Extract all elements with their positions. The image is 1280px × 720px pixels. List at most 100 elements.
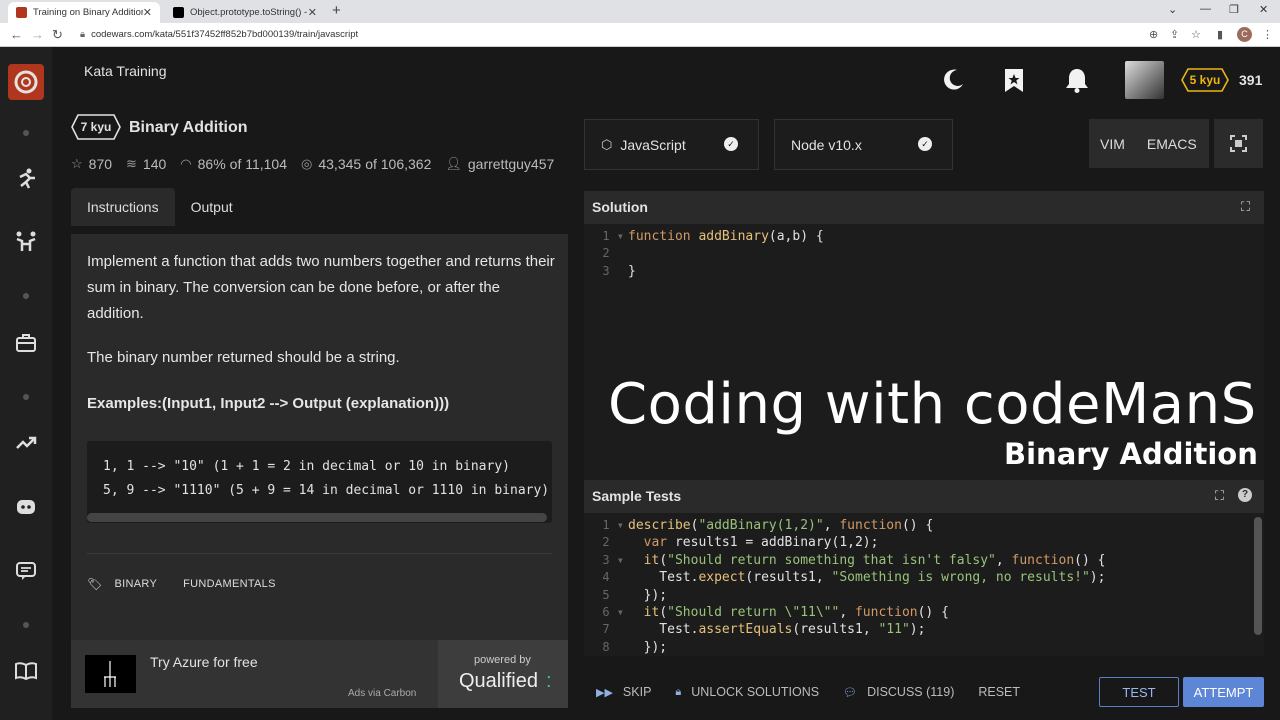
expand-icon[interactable]: ⛶ xyxy=(1241,199,1250,215)
address-bar: ← → ↻ 🔒︎ codewars.com/kata/551f37452ff852… xyxy=(0,23,1280,47)
notifications-bell-icon[interactable] xyxy=(1064,67,1090,93)
divider xyxy=(87,553,552,554)
bookmark-star-icon[interactable]: ☆ xyxy=(1191,28,1201,41)
stars-stat[interactable]: ☆ 870 xyxy=(71,156,112,172)
user-avatar[interactable] xyxy=(1125,61,1164,99)
examples-heading: Examples:(Input1, Input2 --> Output (exp… xyxy=(87,395,450,412)
close-tab-icon[interactable]: ✕ xyxy=(308,6,317,19)
reset-button[interactable]: RESET xyxy=(978,685,1020,699)
ad-image[interactable] xyxy=(85,655,136,693)
comments-icon: 💬︎ xyxy=(843,686,858,699)
leaderboard-trend-icon[interactable] xyxy=(14,431,38,455)
ad-text[interactable]: Try Azure for free xyxy=(150,654,258,670)
browser-tab-mdn[interactable]: Object.prototype.toString() - Java ✕ xyxy=(165,2,325,23)
discuss-button[interactable]: 💬︎ DISCUSS (119) xyxy=(843,685,954,699)
briefcase-icon[interactable] xyxy=(14,331,38,355)
zoom-icon[interactable]: ⊕ xyxy=(1149,28,1158,41)
bookmark-icon[interactable] xyxy=(1001,67,1027,93)
tag-binary[interactable]: BINARY xyxy=(115,578,158,590)
satisfaction-total: of 11,104 xyxy=(229,156,288,172)
docs-book-icon[interactable] xyxy=(14,659,38,683)
help-icon[interactable]: ? xyxy=(1238,488,1252,502)
fullscreen-button[interactable] xyxy=(1214,119,1263,168)
language-select[interactable]: ⬡ JavaScript ✓ xyxy=(584,119,759,170)
close-tab-icon[interactable]: ✕ xyxy=(143,6,152,19)
rank-badge[interactable]: 5 kyu xyxy=(1181,68,1229,92)
vim-button[interactable]: VIM xyxy=(1100,136,1125,152)
chevron-down-icon: ✓ xyxy=(918,137,932,151)
vertical-scrollbar[interactable] xyxy=(1254,517,1262,635)
discord-icon[interactable] xyxy=(14,495,38,519)
tab-search-icon[interactable]: ⌄ xyxy=(1168,3,1177,16)
kata-stats: ☆ 870 ≋ 140 ◠ 86% of 11,104 ◎ 43,345 of 106,36… xyxy=(71,156,568,172)
unlock-solutions-button[interactable]: 🔒︎ UNLOCK SOLUTIONS xyxy=(675,685,819,699)
qualified-logo: Qualified xyxy=(459,670,538,692)
profile-avatar[interactable]: C xyxy=(1237,27,1252,42)
emacs-button[interactable]: EMACS xyxy=(1147,136,1197,152)
menu-icon[interactable]: ⋮ xyxy=(1262,28,1273,41)
collections-stat[interactable]: ≋ 140 xyxy=(126,156,166,172)
solution-title: Solution xyxy=(592,199,648,215)
video-overlay-title: Coding with codeManS xyxy=(608,372,1257,437)
mdn-favicon-icon xyxy=(173,7,184,18)
sample-tests-header: Sample Tests ⛶ ? xyxy=(584,480,1264,513)
url-field[interactable]: 🔒︎ codewars.com/kata/551f37452ff852b7bd00… xyxy=(80,29,358,40)
kata-tags: 🏷︎ BINARY FUNDAMENTALS xyxy=(87,577,302,591)
practice-icon[interactable] xyxy=(14,230,38,254)
share-icon[interactable]: ⇪ xyxy=(1170,28,1179,41)
completed-stat: ◎ 43,345 of 106,362 xyxy=(301,156,431,172)
expand-icon[interactable]: ⛶ xyxy=(1215,488,1224,504)
satisfaction-value: 86% xyxy=(197,156,226,172)
author-stat[interactable]: 👤︎ garrettguy457 xyxy=(445,156,554,172)
tab-output[interactable]: Output xyxy=(175,188,249,226)
nav-separator xyxy=(23,293,29,299)
description-panel: Implement a function that adds two numbe… xyxy=(71,234,568,640)
line-numbers: 1 ▾ 2 3 xyxy=(602,229,624,278)
runtime-select[interactable]: Node v10.x ✓ xyxy=(774,119,953,170)
reload-icon[interactable]: ↻ xyxy=(52,27,63,43)
solution-code: function addBinary(a,b) { } xyxy=(628,229,824,279)
forward-icon[interactable]: → xyxy=(31,27,44,42)
attempt-button[interactable]: ATTEMPT xyxy=(1183,677,1264,707)
lock-icon: 🔒︎ xyxy=(675,685,682,698)
close-window-icon[interactable]: ✕ xyxy=(1259,3,1268,16)
restore-icon[interactable]: ❐ xyxy=(1229,3,1239,16)
new-tab-button[interactable]: + xyxy=(332,2,341,19)
tab-instructions[interactable]: Instructions xyxy=(71,188,175,226)
skip-button[interactable]: ▶▶ SKIP xyxy=(596,685,651,699)
test-button[interactable]: TEST xyxy=(1099,677,1179,707)
unlock-label: UNLOCK SOLUTIONS xyxy=(691,685,820,699)
sidebar-icon[interactable]: ▮ xyxy=(1217,28,1223,41)
kata-kyu-badge: 7 kyu xyxy=(71,114,121,140)
chat-icon[interactable] xyxy=(14,559,38,583)
line-numbers: 1 ▾ 2 3 ▾ 4 5 6 ▾ 7 8 xyxy=(602,518,624,654)
browser-tab-codewars[interactable]: Training on Binary Addition | Co ✕ xyxy=(8,2,160,23)
satisfaction-stat: ◠ 86% of 11,104 xyxy=(180,156,287,172)
tag-icon: 🏷︎ xyxy=(87,577,103,591)
qualified-badge[interactable]: powered by Qualified : xyxy=(438,640,568,708)
description-paragraph: The binary number returned should be a s… xyxy=(87,349,400,366)
horizontal-scrollbar[interactable] xyxy=(87,513,547,522)
sample-tests-title: Sample Tests xyxy=(592,488,682,504)
completed-total: of 106,362 xyxy=(365,156,432,172)
dark-mode-moon-icon[interactable] xyxy=(940,67,966,93)
target-icon: ◎ xyxy=(301,156,313,171)
sample-tests-code: describe("addBinary(1,2)", function() { … xyxy=(628,518,1106,655)
sample-tests-editor[interactable]: 1 ▾ 2 3 ▾ 4 5 6 ▾ 7 8 describe("addBinary(1… xyxy=(584,513,1264,656)
codewars-logo-icon[interactable] xyxy=(8,64,44,100)
left-sidebar xyxy=(0,47,52,720)
training-icon[interactable] xyxy=(14,167,38,191)
editor-mode-buttons: VIM EMACS xyxy=(1089,119,1209,168)
layers-icon: ≋ xyxy=(126,156,137,171)
runtime-label: Node v10.x xyxy=(791,136,862,153)
example-code: 1, 1 --> "10" (1 + 1 = 2 in decimal or 1… xyxy=(103,459,550,498)
ad-via-text[interactable]: Ads via Carbon xyxy=(348,688,416,699)
minimize-icon[interactable]: — xyxy=(1200,3,1211,15)
chevron-down-icon: ✓ xyxy=(724,137,738,151)
powered-by-label: powered by xyxy=(474,654,531,666)
carbon-ad[interactable]: Try Azure for free Ads via Carbon powere… xyxy=(71,640,568,708)
tag-fundamentals[interactable]: FUNDAMENTALS xyxy=(183,578,276,590)
star-icon: ☆ xyxy=(71,156,83,171)
instruction-tabs: Instructions Output xyxy=(71,188,249,226)
back-icon[interactable]: ← xyxy=(10,27,23,42)
